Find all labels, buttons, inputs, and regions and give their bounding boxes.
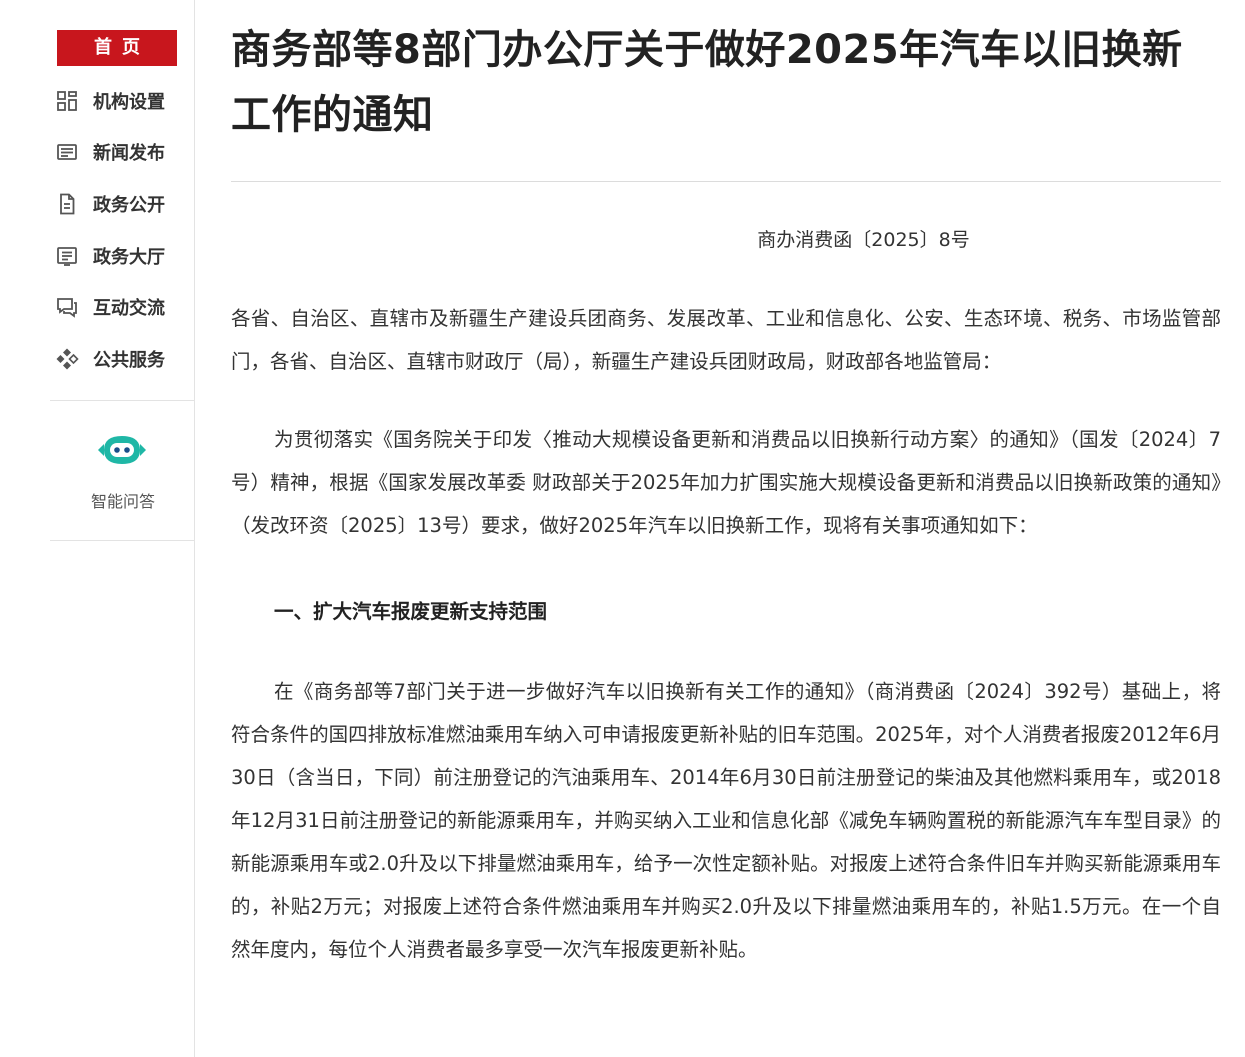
document-icon [55,192,79,216]
ai-assistant-label: 智能问答 [90,492,155,511]
article-body: 各省、自治区、直辖市及新疆生产建设兵团商务、发展改革、工业和信息化、公安、生态环… [231,297,1221,971]
section-paragraph: 在《商务部等7部门关于进一步做好汽车以旧换新有关工作的通知》（商消费函〔2024… [231,680,1221,961]
service-icon [55,347,79,371]
sidebar-item-news[interactable]: 新闻发布 [50,127,194,179]
sidebar-divider [50,400,194,401]
page-title: 商务部等8部门办公厅关于做好2025年汽车以旧换新工作的通知 [231,27,1183,138]
sidebar-item-organization[interactable]: 机构设置 [50,75,194,127]
sidebar-item-label: 新闻发布 [93,143,165,165]
sidebar-divider [50,540,194,541]
sidebar-nav: 机构设置 新闻发布 政务公开 政务大厅 互动交流 公共服务 [50,75,194,385]
list-icon [55,244,79,268]
sidebar-item-gov-affairs[interactable]: 政务公开 [50,178,194,230]
grid-icon [55,89,79,113]
sidebar: 首页 机构设置 新闻发布 政务公开 政务大厅 互动交流 公共服务 智能问答 [50,0,195,1057]
sidebar-item-service-hall[interactable]: 政务大厅 [50,230,194,282]
title-divider [231,181,1221,182]
chat-icon [55,295,79,319]
sidebar-item-label: 政务大厅 [93,246,165,268]
robot-icon [94,428,150,472]
sidebar-item-label: 政务公开 [93,194,165,216]
ai-assistant-button[interactable]: 智能问答 [50,428,194,512]
intro-paragraph: 为贯彻落实《国务院关于印发〈推动大规模设备更新和消费品以旧换新行动方案〉的通知》… [231,428,1221,537]
addressee-paragraph: 各省、自治区、直辖市及新疆生产建设兵团商务、发展改革、工业和信息化、公安、生态环… [231,307,1221,373]
sidebar-item-public-service[interactable]: 公共服务 [50,333,194,385]
sidebar-item-label: 公共服务 [93,349,165,371]
sidebar-item-interaction[interactable]: 互动交流 [50,281,194,333]
document-number: 商办消费函〔2025〕8号 [231,225,1096,252]
sidebar-item-label: 互动交流 [93,298,165,320]
document-number-text: 商办消费函〔2025〕8号 [757,229,970,251]
home-button[interactable]: 首页 [57,30,177,66]
news-icon [55,140,79,164]
section-heading: 一、扩大汽车报废更新支持范围 [274,600,548,623]
article: 商务部等8部门办公厅关于做好2025年汽车以旧换新工作的通知 商办消费函〔202… [231,0,1221,961]
sidebar-item-label: 机构设置 [93,91,165,113]
